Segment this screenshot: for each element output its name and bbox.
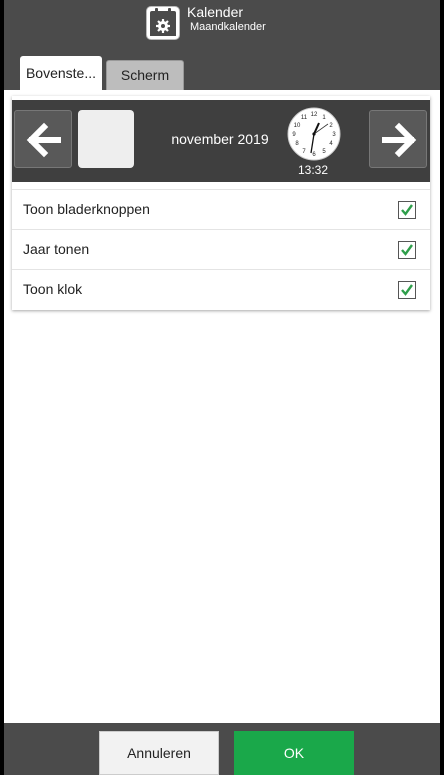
- calendar-gear-icon: [146, 6, 180, 40]
- checkmark-icon: [401, 284, 413, 296]
- option-label: Toon bladerknoppen: [23, 201, 150, 217]
- checkbox-checked[interactable]: [398, 241, 416, 259]
- option-jaar-tonen[interactable]: Jaar tonen: [12, 229, 430, 269]
- ok-button[interactable]: OK: [234, 731, 354, 775]
- year-box: [78, 110, 134, 168]
- arrow-right-icon: [382, 122, 417, 158]
- settings-window: Kalender Maandkalender Bovenste... Scher…: [4, 0, 440, 775]
- next-month-button[interactable]: [369, 110, 427, 168]
- svg-text:10: 10: [294, 123, 301, 129]
- app-header: Kalender Maandkalender: [4, 0, 440, 48]
- checkmark-icon: [401, 244, 413, 256]
- app-title: Kalender: [187, 4, 244, 20]
- calendar-preview: november 2019 12 1 2 3 4 5 6 7 8 9 10 11…: [12, 100, 430, 182]
- option-label: Toon klok: [23, 281, 83, 297]
- month-label: november 2019: [171, 131, 269, 147]
- checkbox-checked[interactable]: [398, 281, 416, 299]
- svg-text:11: 11: [301, 115, 308, 121]
- option-toon-klok[interactable]: Toon klok: [12, 269, 430, 309]
- prev-month-button[interactable]: [14, 110, 72, 168]
- clock-icon: 12 1 2 3 4 5 6 7 8 9 10 11: [286, 106, 342, 162]
- settings-panel: november 2019 12 1 2 3 4 5 6 7 8 9 10 11…: [12, 96, 430, 310]
- app-subtitle: Maandkalender: [190, 21, 266, 33]
- arrow-left-icon: [26, 122, 61, 158]
- checkbox-checked[interactable]: [398, 201, 416, 219]
- checkmark-icon: [401, 204, 413, 216]
- tab-bovenste[interactable]: Bovenste...: [20, 56, 102, 90]
- cancel-button[interactable]: Annuleren: [99, 731, 219, 775]
- option-label: Jaar tonen: [23, 241, 90, 257]
- svg-text:12: 12: [311, 112, 318, 118]
- tab-scherm[interactable]: Scherm: [106, 60, 184, 90]
- dialog-footer: Annuleren OK: [4, 723, 440, 775]
- option-toon-bladerknoppen[interactable]: Toon bladerknoppen: [12, 189, 430, 229]
- tab-content: november 2019 12 1 2 3 4 5 6 7 8 9 10 11…: [4, 90, 440, 723]
- clock-time: 13:32: [298, 163, 329, 177]
